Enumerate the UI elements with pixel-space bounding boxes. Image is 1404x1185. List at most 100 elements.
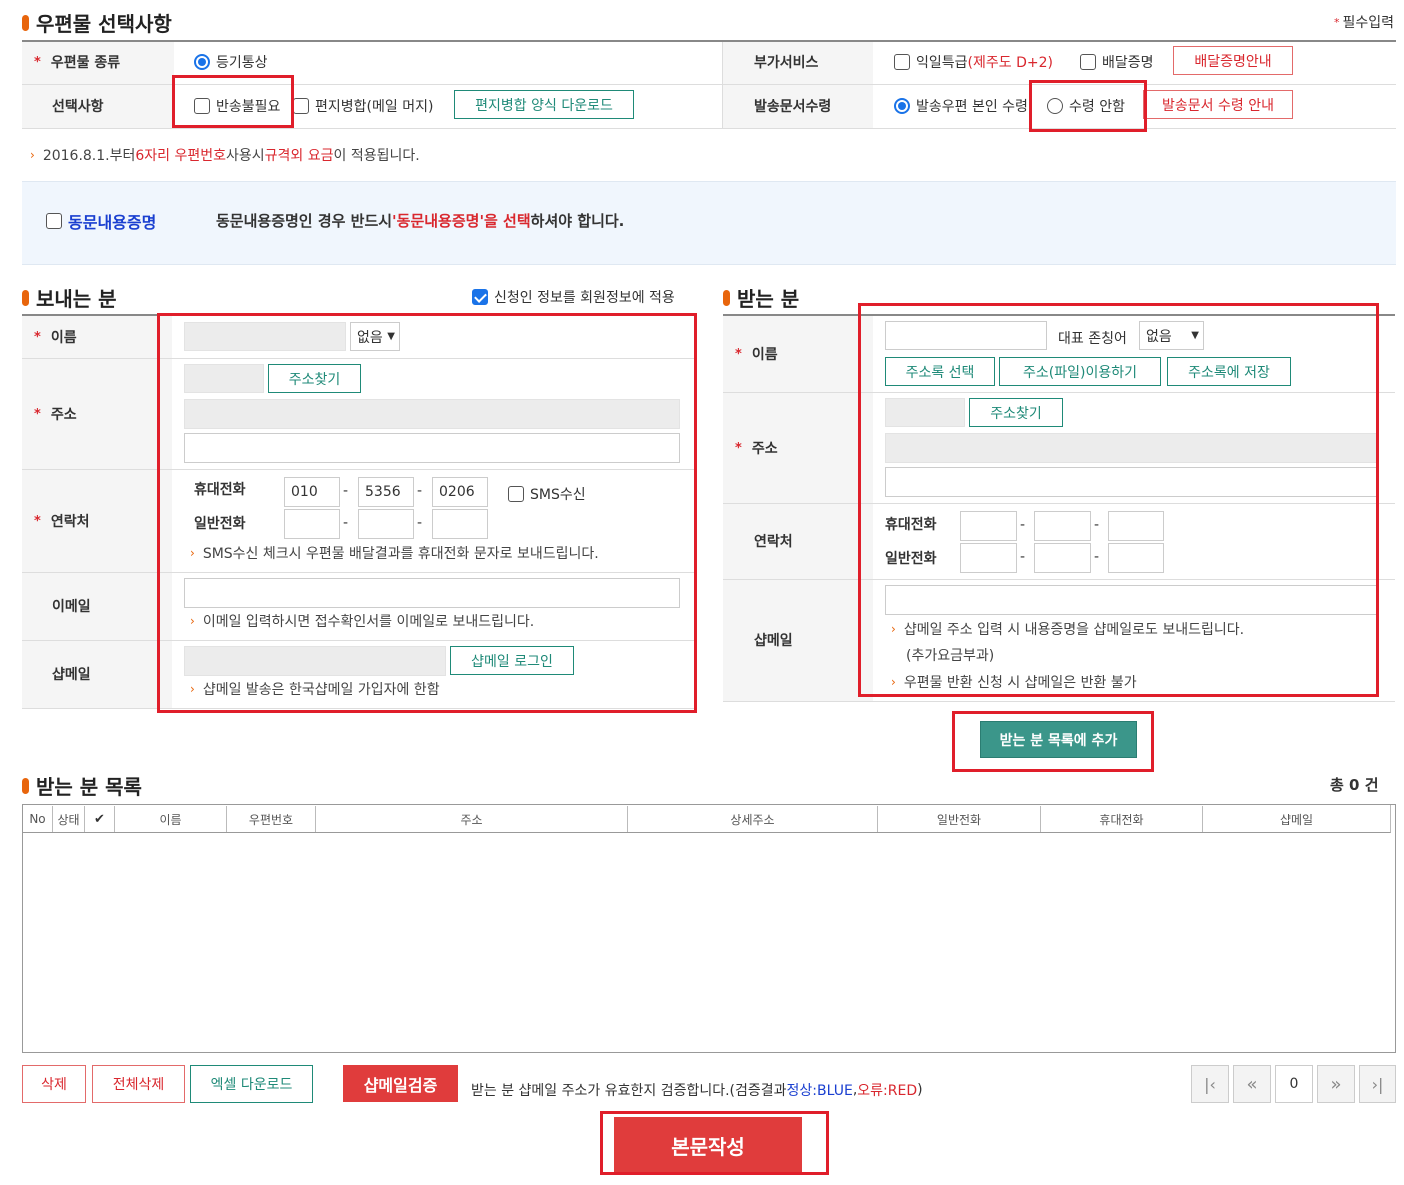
shopmail-note: › 샵메일 발송은 한국샵메일 가입자에 한함 [190, 682, 440, 698]
sender-email-input[interactable] [184, 578, 680, 608]
excel-download-button[interactable]: 엑셀 다운로드 [190, 1065, 313, 1103]
dash: - [1094, 517, 1100, 533]
total-count: 총 0 건 [1330, 775, 1379, 795]
receiver-title: 받는 분 [723, 283, 799, 312]
delete-button[interactable]: 삭제 [22, 1065, 86, 1103]
mail-merge-checkbox[interactable]: 편지병합(메일 머지) [293, 96, 433, 116]
col-name: 이름 [115, 806, 227, 832]
last-page-icon[interactable]: ›| [1359, 1065, 1396, 1103]
mail-merge-download-button[interactable]: 편지병합 양식 다운로드 [454, 90, 634, 119]
sender-phone-2[interactable] [358, 509, 414, 539]
delivery-proof-checkbox[interactable]: 배달증명 [1080, 52, 1154, 72]
receiver-shopmail-label: 샵메일 [754, 633, 793, 649]
sender-name-input[interactable] [184, 322, 346, 351]
sender-shopmail-label: 샵메일 [52, 667, 91, 683]
apply-member-checkbox[interactable]: 신청인 정보를 회원정보에 적용 [472, 287, 675, 307]
next-page-icon[interactable]: » [1317, 1065, 1355, 1103]
receiver-mobile-label: 휴대전화 [885, 517, 937, 533]
sender-name-label: * 이름 [34, 329, 77, 347]
write-content-button[interactable]: 본문작성 [614, 1117, 802, 1174]
receiver-shopmail-note1: › 샵메일 주소 입력 시 내용증명을 샵메일로도 보내드립니다. [891, 622, 1245, 638]
receiver-address-input[interactable] [885, 433, 1379, 463]
no-return-checkbox[interactable]: 반송불필요 [194, 96, 280, 116]
shopmail-verify-button[interactable]: 샵메일검증 [343, 1065, 458, 1102]
receiver-shopmail-input[interactable] [885, 585, 1379, 615]
add-receiver-button[interactable]: 받는 분 목록에 추가 [980, 721, 1137, 758]
col-address-detail: 상세주소 [628, 806, 878, 832]
receiver-mobile-3[interactable] [1108, 511, 1164, 541]
address-book-button[interactable]: 주소록 선택 [885, 357, 995, 386]
same-content-desc: 동문내용증명인 경우 반드시 '동문내용증명'을 선택 하셔야 합니다. [216, 212, 625, 230]
receiver-mobile-1[interactable] [960, 511, 1017, 541]
receiver-phone-3[interactable] [1108, 543, 1164, 573]
sms-note: › SMS수신 체크시 우편물 배달결과를 휴대전화 문자로 보내드립니다. [190, 546, 599, 562]
sender-mobile-1[interactable]: 010 [284, 477, 340, 507]
honorific-select[interactable]: 없음 ▼ [1139, 321, 1204, 350]
col-shopmail: 샵메일 [1203, 806, 1391, 832]
doc-receive-self-radio[interactable]: 발송우편 본인 수령 [894, 96, 1028, 116]
save-address-button[interactable]: 주소록에 저장 [1167, 357, 1291, 386]
receiver-address-detail-input[interactable] [885, 467, 1379, 497]
sender-address-label: * 주소 [34, 406, 77, 424]
receiver-zip-input[interactable] [885, 398, 965, 427]
sender-shopmail-input[interactable] [184, 646, 446, 676]
verify-desc: 받는 분 샵메일 주소가 유효한지 검증합니다.(검증결과 정상:BLUE, 오… [471, 1082, 923, 1099]
receiver-find-address-button[interactable]: 주소찾기 [969, 398, 1063, 427]
options-section-title: 우편물 선택사항 [22, 8, 172, 37]
mail-type-radio[interactable]: 등기통상 [194, 52, 268, 72]
prev-page-icon[interactable]: « [1233, 1065, 1271, 1103]
page-number[interactable]: 0 [1275, 1065, 1313, 1103]
delivery-proof-guide-button[interactable]: 배달증명안내 [1173, 46, 1293, 75]
receiver-name-input[interactable] [885, 321, 1047, 350]
dash: - [1020, 517, 1026, 533]
email-note: › 이메일 입력하시면 접수확인서를 이메일로 보내드립니다. [190, 614, 535, 630]
sender-address-input[interactable] [184, 399, 680, 429]
receiver-contact-label: 연락처 [754, 534, 793, 550]
dash: - [1094, 549, 1100, 565]
receiver-name-label: * 이름 [735, 346, 778, 364]
same-content-checkbox[interactable]: 동문내용증명 [46, 209, 156, 233]
sender-find-address-button[interactable]: 주소찾기 [268, 364, 361, 393]
list-title: 받는 분 목록 [22, 771, 142, 800]
shopmail-login-button[interactable]: 샵메일 로그인 [450, 646, 574, 675]
receiver-mobile-2[interactable] [1034, 511, 1091, 541]
col-mobile: 휴대전화 [1041, 806, 1203, 832]
doc-receive-guide-button[interactable]: 발송문서 수령 안내 [1143, 90, 1293, 119]
col-phone: 일반전화 [878, 806, 1041, 832]
dash: - [1020, 549, 1026, 565]
col-address: 주소 [316, 806, 628, 832]
sender-zip-input[interactable] [184, 364, 264, 393]
sender-phone-3[interactable] [432, 509, 488, 539]
col-zip: 우편번호 [227, 806, 316, 832]
col-status: 상태 [53, 806, 85, 832]
receiver-phone-2[interactable] [1034, 543, 1091, 573]
col-check[interactable]: ✔ [85, 806, 115, 832]
sender-phone-1[interactable] [284, 509, 340, 539]
receiver-address-label: * 주소 [735, 440, 778, 458]
sender-mobile-3[interactable]: 0206 [432, 477, 488, 507]
sender-address-detail-input[interactable] [184, 433, 680, 463]
doc-receive-none-radio[interactable]: 수령 안함 [1047, 96, 1125, 116]
dash: - [343, 483, 349, 499]
first-page-icon[interactable]: |‹ [1191, 1065, 1229, 1103]
sender-phone-label: 일반전화 [194, 516, 246, 532]
col-no: No [23, 806, 53, 832]
doc-receive-label: 발송문서수령 [754, 99, 832, 115]
dash: - [417, 483, 423, 499]
select-option-label: 선택사항 [52, 99, 104, 115]
sender-mobile-2[interactable]: 5356 [358, 477, 414, 507]
mail-type-label: * 우편물 종류 [34, 54, 121, 72]
sms-checkbox[interactable]: SMS수신 [508, 484, 586, 504]
address-file-button[interactable]: 주소(파일)이용하기 [999, 357, 1161, 386]
next-day-checkbox[interactable]: 익일특급 (제주도 D+2) [894, 52, 1053, 72]
sender-email-label: 이메일 [52, 599, 91, 615]
required-legend: * 필수입력 [1333, 15, 1394, 31]
sender-title-select[interactable]: 없음 ▼ [350, 322, 400, 351]
receiver-shopmail-note2: › 우편물 반환 신청 시 샵메일은 반환 불가 [891, 675, 1137, 691]
delete-all-button[interactable]: 전체삭제 [92, 1065, 185, 1103]
receiver-phone-1[interactable] [960, 543, 1017, 573]
receiver-shopmail-note1b: (추가요금부과) [906, 648, 995, 664]
sender-title: 보내는 분 [22, 283, 117, 312]
zip-notice: › 2016.8.1.부터 6자리 우편번호 사용시 규격외 요금 이 적용됩니다. [30, 148, 420, 164]
sender-contact-label: * 연락처 [34, 513, 90, 531]
